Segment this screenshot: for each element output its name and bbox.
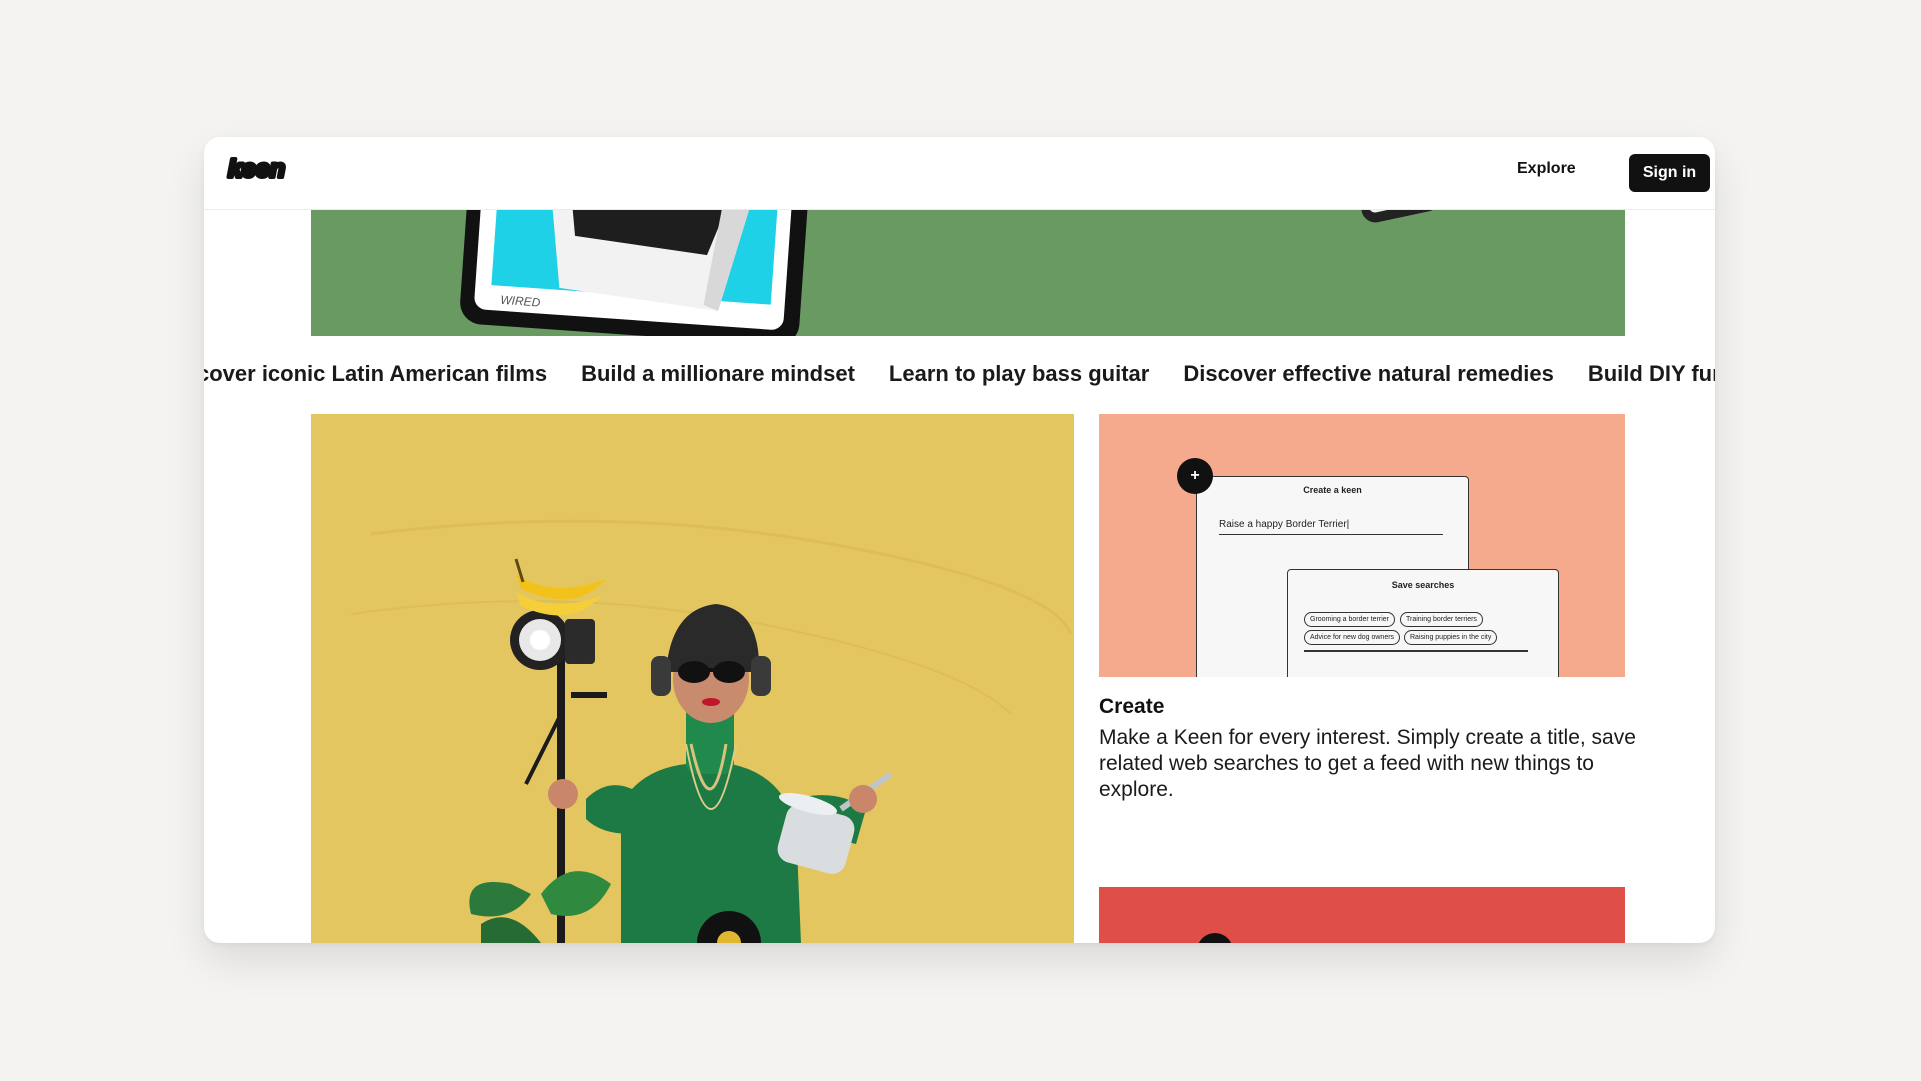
person-body bbox=[621, 764, 801, 943]
ticker-item[interactable]: Learn to play bass guitar bbox=[889, 361, 1149, 387]
sign-in-button[interactable]: Sign in bbox=[1629, 154, 1710, 192]
topic-ticker: cover iconic Latin American films Build … bbox=[204, 355, 1715, 395]
search-pill: Raising puppies in the city bbox=[1404, 630, 1498, 645]
headphones-icon bbox=[651, 656, 671, 696]
create-description: Make a Keen for every interest. Simply c… bbox=[1099, 726, 1636, 801]
banana-icon bbox=[516, 574, 606, 600]
sunglasses-icon bbox=[678, 661, 710, 683]
create-keen-title: Create a keen bbox=[1303, 485, 1362, 495]
card-icon bbox=[1197, 933, 1233, 943]
ticker-item[interactable]: Build a millionare mindset bbox=[581, 361, 855, 387]
top-navigation-bar: keen keen Explore Sign in bbox=[204, 137, 1715, 210]
gadget-icon bbox=[1361, 209, 1441, 223]
save-searches-panel: Save searches Grooming a border terrier … bbox=[1287, 569, 1559, 677]
keen-title-input: Raise a happy Border Terrier| bbox=[1219, 519, 1443, 535]
hero-illustration: WIRED bbox=[460, 209, 1441, 336]
search-pill: Advice for new dog owners bbox=[1304, 630, 1401, 645]
feature-image-card bbox=[311, 414, 1074, 943]
kettle-icon bbox=[777, 771, 893, 874]
helmet-icon bbox=[666, 604, 760, 672]
browser-window: keen keen Explore Sign in WIRED cover ic… bbox=[204, 137, 1715, 943]
keen-logo[interactable]: keen keen bbox=[226, 153, 290, 185]
search-pill: Grooming a border terrier bbox=[1304, 612, 1395, 627]
ticker-item[interactable]: cover iconic Latin American films bbox=[204, 361, 547, 387]
ticker-item[interactable]: Discover effective natural remedies bbox=[1183, 361, 1554, 387]
plant-icon bbox=[469, 882, 531, 917]
explore-link[interactable]: Explore bbox=[1517, 160, 1576, 178]
hero-banner: WIRED bbox=[311, 209, 1625, 336]
create-heading: Create bbox=[1099, 695, 1165, 718]
add-button[interactable]: + bbox=[1177, 458, 1213, 494]
svg-text:keen: keen bbox=[228, 155, 285, 183]
search-pill: Training border terriers bbox=[1400, 612, 1483, 627]
wired-label: WIRED bbox=[500, 293, 541, 310]
pill-divider bbox=[1304, 650, 1528, 652]
create-card-image: + Create a keen Raise a happy Border Ter… bbox=[1099, 414, 1625, 677]
ticker-item[interactable]: Build DIY furnitur bbox=[1588, 361, 1715, 387]
save-searches-title: Save searches bbox=[1391, 580, 1455, 590]
next-feature-card bbox=[1099, 887, 1625, 943]
plus-icon: + bbox=[1190, 467, 1200, 484]
person-illustration bbox=[350, 519, 1073, 943]
